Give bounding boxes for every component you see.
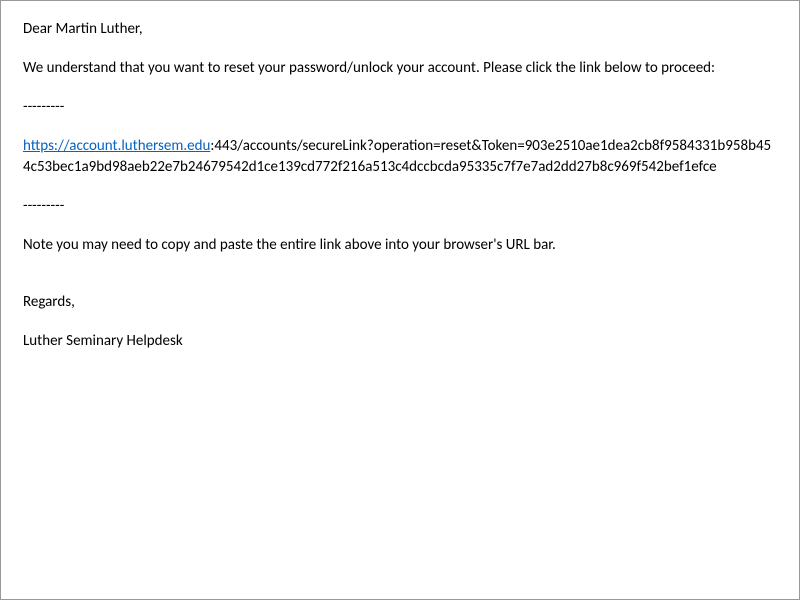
regards-line: Regards, [23, 292, 777, 313]
reset-url-block: https://account.luthersem.edu:443/accoun… [23, 136, 777, 178]
reset-link[interactable]: https://account.luthersem.edu [23, 137, 210, 155]
separator-bottom: --------- [23, 196, 777, 217]
signature-line: Luther Seminary Helpdesk [23, 331, 777, 352]
intro-text: We understand that you want to reset you… [23, 58, 777, 79]
signature-block: Regards, Luther Seminary Helpdesk [23, 292, 777, 352]
copy-paste-note: Note you may need to copy and paste the … [23, 235, 777, 256]
separator-top: --------- [23, 97, 777, 118]
greeting-line: Dear Martin Luther, [23, 19, 777, 40]
